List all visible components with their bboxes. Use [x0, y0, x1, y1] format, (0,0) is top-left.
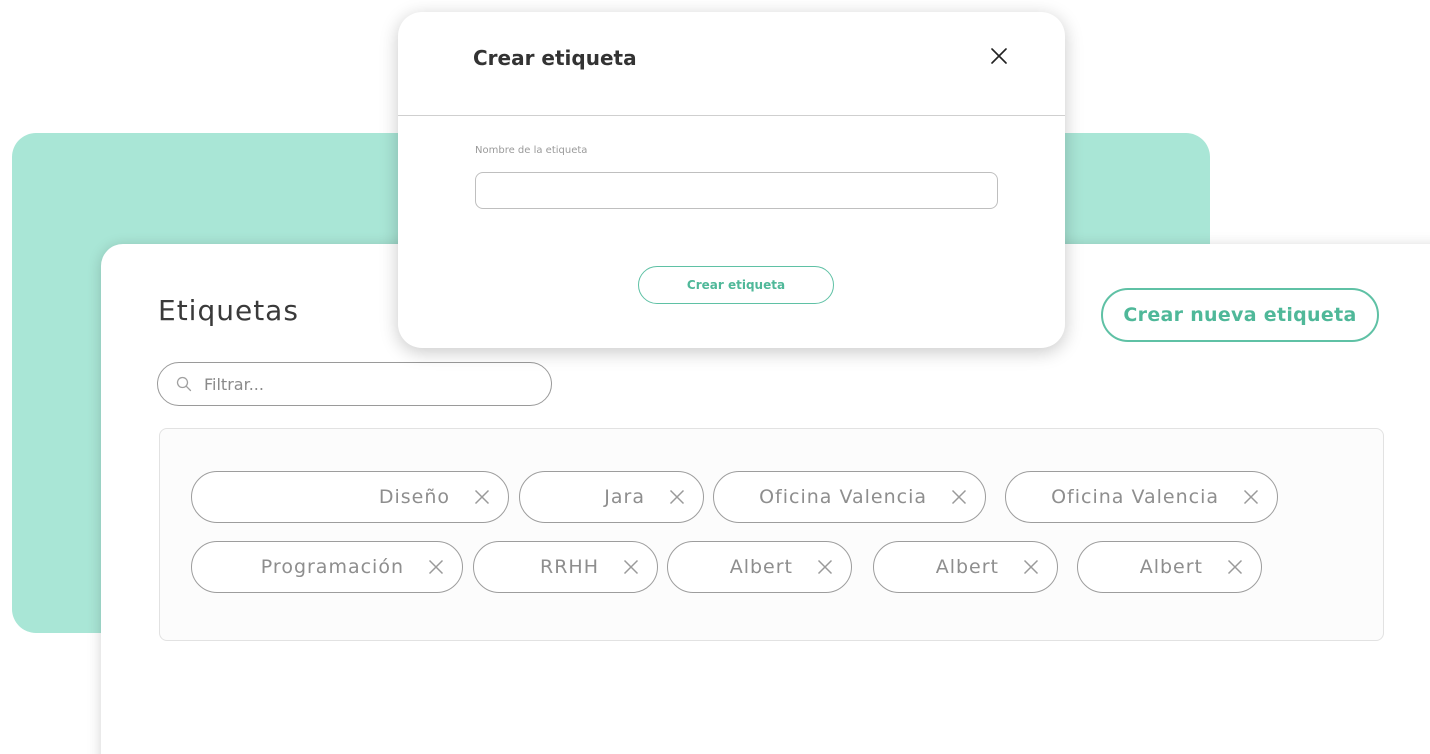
tag-chip: Oficina Valencia: [713, 471, 986, 523]
modal-divider: [398, 115, 1065, 116]
tag-chip-label: Oficina Valencia: [759, 486, 927, 508]
tag-name-label: Nombre de la etiqueta: [475, 145, 588, 156]
create-new-tag-button[interactable]: Crear nueva etiqueta: [1101, 288, 1379, 342]
close-icon[interactable]: [991, 48, 1007, 64]
filter-field[interactable]: [157, 362, 552, 406]
tag-chip: Oficina Valencia: [1005, 471, 1278, 523]
tag-chip: Jara: [519, 471, 704, 523]
filter-input[interactable]: [204, 374, 534, 394]
modal-title: Crear etiqueta: [473, 46, 637, 70]
tag-chip-label: RRHH: [540, 556, 599, 578]
create-tag-modal: Crear etiqueta Nombre de la etiqueta Cre…: [398, 12, 1065, 348]
app-screen: Etiquetas Crear nueva etiqueta Diseño Ja…: [0, 0, 1430, 754]
tag-chip-label: Albert: [729, 556, 793, 578]
tag-name-input[interactable]: [475, 172, 998, 209]
tag-chip-label: Programación: [260, 556, 404, 578]
tag-chip-label: Jara: [604, 486, 645, 508]
create-tag-submit-button[interactable]: Crear etiqueta: [638, 266, 834, 304]
tag-chip-label: Albert: [935, 556, 999, 578]
tag-chip: Programación: [191, 541, 463, 593]
page-title: Etiquetas: [158, 294, 299, 327]
remove-tag-icon[interactable]: [817, 559, 833, 575]
remove-tag-icon[interactable]: [951, 489, 967, 505]
remove-tag-icon[interactable]: [669, 489, 685, 505]
remove-tag-icon[interactable]: [1243, 489, 1259, 505]
tag-chip: Albert: [667, 541, 852, 593]
search-icon: [176, 376, 192, 392]
tag-chip: Diseño: [191, 471, 509, 523]
remove-tag-icon[interactable]: [1227, 559, 1243, 575]
remove-tag-icon[interactable]: [428, 559, 444, 575]
remove-tag-icon[interactable]: [623, 559, 639, 575]
tag-chip: RRHH: [473, 541, 658, 593]
tag-chip: Albert: [873, 541, 1058, 593]
tag-chip: Albert: [1077, 541, 1262, 593]
remove-tag-icon[interactable]: [1023, 559, 1039, 575]
tag-chip-label: Oficina Valencia: [1051, 486, 1219, 508]
tag-chip-label: Albert: [1139, 556, 1203, 578]
remove-tag-icon[interactable]: [474, 489, 490, 505]
tags-list: Diseño Jara Oficina Valencia Oficina Val…: [159, 428, 1384, 641]
tag-chip-label: Diseño: [378, 486, 450, 508]
